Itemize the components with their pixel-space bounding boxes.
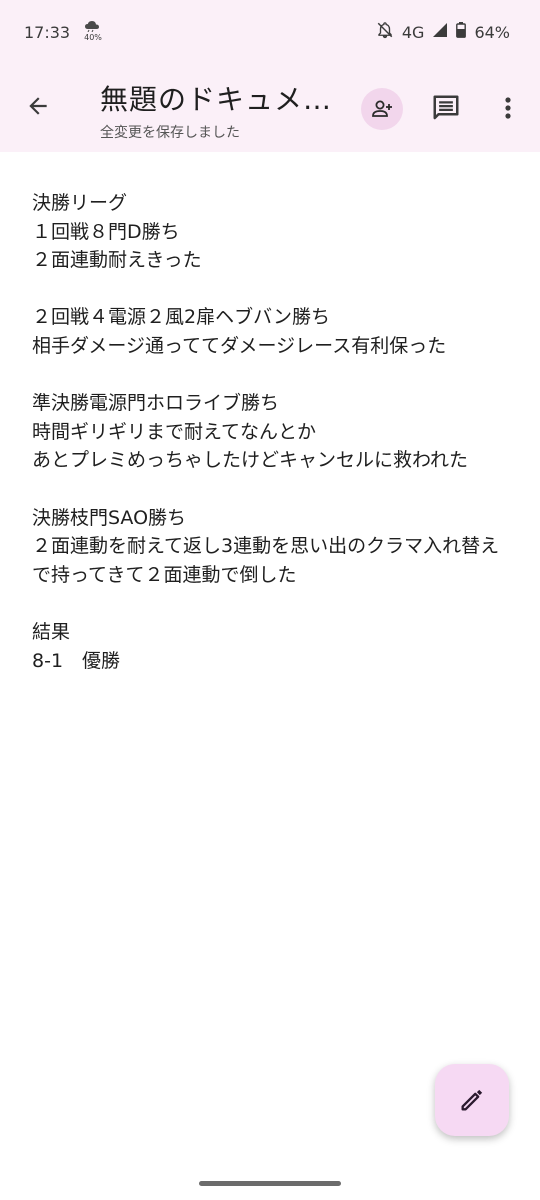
comment-icon	[433, 95, 459, 120]
battery-icon	[456, 22, 467, 42]
document-body[interactable]: 決勝リーグ １回戦８門D勝ち ２面連動耐えきった ２回戦４電源２風2扉ヘブバン勝…	[32, 189, 512, 675]
document-line: 決勝枝門SAO勝ち	[32, 506, 187, 529]
document-line: 8-1 優勝	[32, 649, 121, 672]
document-line: ２回戦４電源２風2扉ヘブバン勝ち	[32, 306, 331, 329]
signal-icon	[432, 22, 448, 42]
bell-off-icon	[376, 21, 394, 43]
document-line: 決勝リーグ	[32, 192, 128, 214]
save-status: 全変更を保存しました	[100, 125, 240, 141]
more-options-button[interactable]	[494, 90, 522, 126]
document-line	[32, 361, 512, 390]
comment-button[interactable]	[428, 90, 464, 126]
document-line	[32, 275, 512, 304]
document-line	[32, 475, 512, 504]
document-title[interactable]: 無題のドキュメ…	[100, 78, 350, 118]
back-button[interactable]	[16, 84, 60, 128]
arrow-back-icon	[29, 97, 47, 115]
navigation-handle[interactable]	[199, 1181, 341, 1186]
battery-level: 64%	[474, 22, 510, 42]
pencil-icon	[461, 1089, 483, 1111]
share-button[interactable]	[361, 88, 403, 130]
weather-temp: 40%	[84, 33, 102, 42]
document-line: 時間ギリギリまで耐えてなんとか	[32, 420, 317, 443]
document-line: ２面連動を耐えて返し3連動を思い出のクラマ入れ替えで持ってきて２面連動で倒した	[32, 535, 500, 586]
status-time: 17:33	[24, 22, 71, 42]
status-bar: 17:33 40% 4G 64%	[0, 0, 540, 64]
more-vert-icon	[505, 97, 511, 119]
document-line: １回戦８門D勝ち	[32, 220, 180, 243]
document-line: 結果	[32, 620, 71, 643]
person-add-icon	[372, 100, 392, 117]
document-line: 相手ダメージ通っててダメージレース有利保った	[32, 334, 447, 357]
weather-icon: 40%	[80, 18, 108, 46]
document-line: あとプレミめっちゃしたけどキャンセルに救われた	[32, 449, 469, 472]
app-bar: 無題のドキュメ… 全変更を保存しました	[0, 64, 540, 152]
document-line: 準決勝電源門ホロライブ勝ち	[32, 392, 280, 415]
status-right: 4G 64%	[376, 21, 510, 43]
status-left: 17:33 40%	[24, 18, 108, 46]
network-type: 4G	[401, 22, 425, 42]
document-line	[32, 589, 512, 618]
document-line: ２面連動耐えきった	[32, 249, 202, 272]
edit-fab-button[interactable]	[435, 1064, 509, 1136]
